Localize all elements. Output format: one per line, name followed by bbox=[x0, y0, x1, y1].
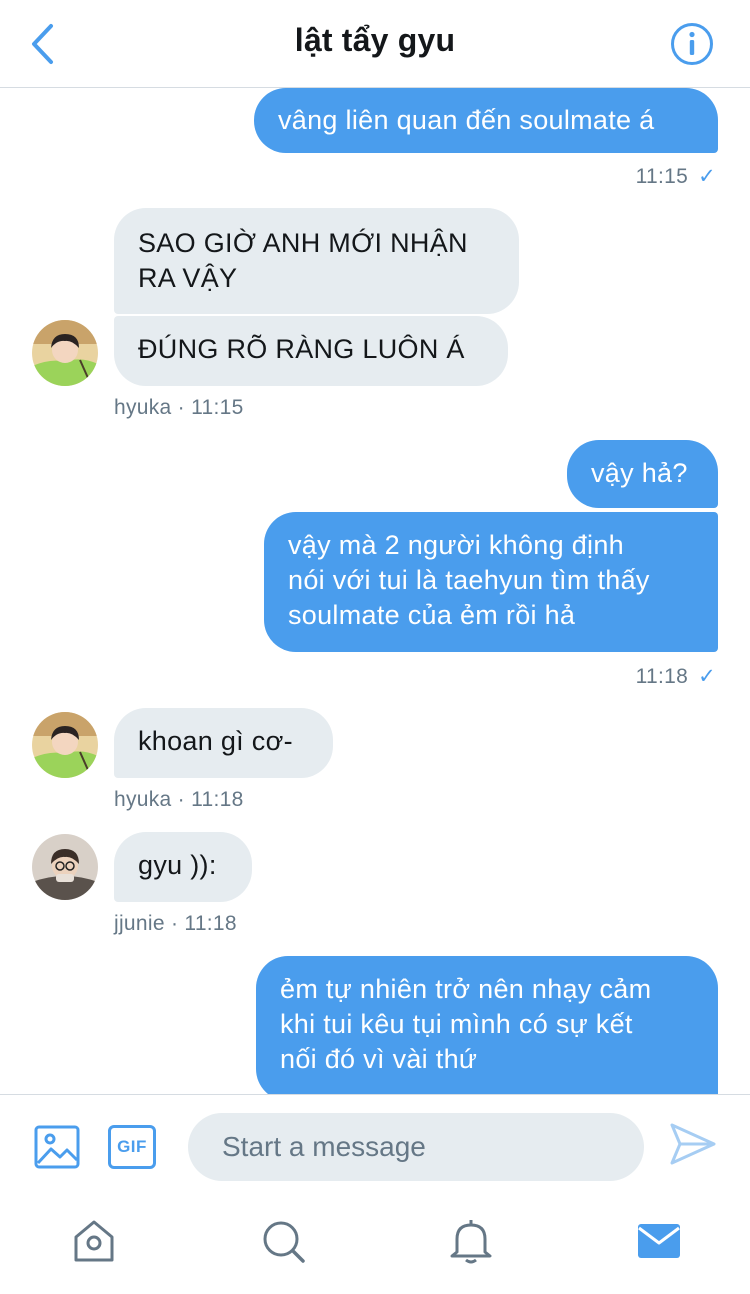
envelope-icon bbox=[638, 1224, 680, 1258]
bottom-tab-bar bbox=[0, 1198, 750, 1294]
message-bubble-outgoing[interactable]: vâng liên quan đến soulmate á bbox=[254, 88, 718, 153]
message-bubble-incoming[interactable]: SAO GIỜ ANH MỚI NHẬN RA VẬY bbox=[114, 208, 519, 314]
info-icon bbox=[671, 23, 713, 65]
tab-messages[interactable] bbox=[636, 1218, 682, 1264]
add-gif-button[interactable]: GIF bbox=[108, 1125, 156, 1169]
message-sender-time: jjunie · 11:18 bbox=[114, 912, 237, 935]
avatar-hyuka[interactable] bbox=[32, 712, 98, 778]
message-time: 11:18 bbox=[635, 665, 689, 688]
message-bubble-outgoing[interactable]: vậy hả? bbox=[567, 440, 718, 508]
message-bubble-incoming[interactable]: ĐÚNG RÕ RÀNG LUÔN Á bbox=[114, 316, 508, 386]
send-button[interactable] bbox=[668, 1119, 718, 1169]
avatar-image bbox=[32, 834, 98, 900]
message-list[interactable]: vâng liên quan đến soulmate á 11:15 ✓ SAO… bbox=[0, 88, 750, 1094]
search-icon bbox=[263, 1221, 305, 1263]
message-bubble-outgoing[interactable]: vậy mà 2 người không định nói với tui là… bbox=[264, 512, 718, 652]
tab-notifications[interactable] bbox=[448, 1218, 494, 1264]
conversation-title: lật tẩy gyu bbox=[294, 22, 456, 58]
dm-conversation-screen: lật tẩy gyu vâng liên quan đến soulmate … bbox=[0, 0, 750, 1294]
message-bubble-incoming[interactable]: gyu )): bbox=[114, 832, 252, 902]
conversation-header: lật tẩy gyu bbox=[0, 0, 750, 88]
avatar-image bbox=[32, 712, 98, 778]
message-bubble-outgoing[interactable]: ẻm tự nhiên trở nên nhạy cảm khi tui kêu… bbox=[256, 956, 718, 1094]
tab-home[interactable] bbox=[71, 1218, 117, 1264]
home-icon bbox=[74, 1220, 114, 1262]
avatar-jjunie[interactable] bbox=[32, 834, 98, 900]
message-time: 11:15 bbox=[635, 165, 689, 188]
send-icon bbox=[670, 1123, 716, 1165]
avatar-hyuka[interactable] bbox=[32, 320, 98, 386]
message-timestamp: 11:15 ✓ bbox=[636, 164, 716, 189]
message-sender-time: hyuka · 11:18 bbox=[114, 788, 244, 811]
info-button[interactable] bbox=[670, 22, 714, 66]
read-check-icon: ✓ bbox=[698, 665, 716, 688]
avatar-image bbox=[32, 320, 98, 386]
bell-icon bbox=[450, 1220, 492, 1264]
tab-search[interactable] bbox=[260, 1218, 306, 1264]
message-composer: GIF bbox=[0, 1094, 750, 1198]
message-input[interactable] bbox=[188, 1113, 644, 1181]
image-icon bbox=[34, 1125, 80, 1169]
message-bubble-incoming[interactable]: khoan gì cơ- bbox=[114, 708, 333, 778]
add-photo-button[interactable] bbox=[34, 1125, 80, 1169]
message-sender-time: hyuka · 11:15 bbox=[114, 396, 244, 419]
message-timestamp: 11:18 ✓ bbox=[636, 664, 716, 689]
read-check-icon: ✓ bbox=[698, 165, 716, 188]
